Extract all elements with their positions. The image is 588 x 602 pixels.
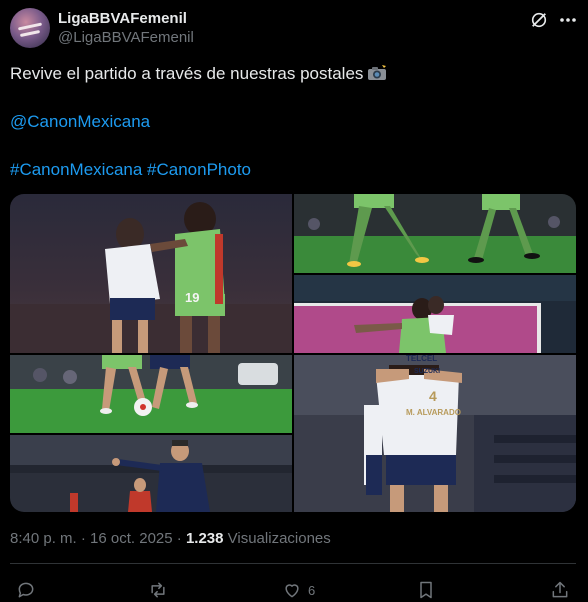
reply-button[interactable] bbox=[16, 580, 36, 600]
action-bar: 6 bbox=[0, 572, 588, 602]
like-count: 6 bbox=[308, 582, 316, 598]
divider bbox=[10, 563, 576, 564]
post-text-line: Revive el partido a través de nuestras p… bbox=[10, 64, 364, 83]
jersey-number-green: 19 bbox=[185, 290, 199, 305]
share-button[interactable] bbox=[550, 580, 570, 600]
avatar[interactable] bbox=[10, 8, 50, 48]
jersey-name: M. ALVARADO bbox=[406, 408, 461, 417]
photo-4[interactable] bbox=[10, 355, 292, 433]
heart-icon bbox=[285, 584, 299, 598]
author-name[interactable]: LigaBBVAFemenil bbox=[58, 10, 187, 27]
post-meta: 8:40 p. m. · 16 oct. 2025 · 1.238 Visual… bbox=[10, 530, 331, 547]
sponsor-telcel: TELCEL bbox=[406, 355, 437, 363]
hashtag-links[interactable]: #CanonMexicana #CanonPhoto bbox=[10, 159, 251, 181]
camera-flash-emoji bbox=[368, 65, 387, 80]
post-text: Revive el partido a través de nuestras p… bbox=[10, 63, 387, 85]
photo-5[interactable] bbox=[10, 435, 292, 512]
bookmark-button[interactable] bbox=[416, 580, 436, 600]
author-handle[interactable]: @LigaBBVAFemenil bbox=[58, 29, 194, 46]
mention-link[interactable]: @CanonMexicana bbox=[10, 111, 150, 133]
tweet-header: LigaBBVAFemenil @LigaBBVAFemenil bbox=[10, 8, 578, 48]
repost-button[interactable] bbox=[148, 580, 168, 600]
more-icon[interactable] bbox=[558, 10, 578, 30]
photo-1[interactable]: 19 bbox=[10, 194, 292, 353]
photo-2[interactable] bbox=[294, 194, 576, 273]
views-count: 1.238 bbox=[185, 530, 224, 547]
grok-icon[interactable] bbox=[530, 11, 548, 29]
photo-3[interactable] bbox=[294, 275, 576, 353]
bookmark-icon bbox=[420, 581, 432, 599]
sponsor-suzuki: SUZUKI bbox=[414, 368, 440, 375]
photo-grid: 19 TELCEL SUZUKI 4 M. ALVARADO bbox=[10, 194, 576, 512]
views-label: Visualizaciones bbox=[223, 530, 331, 547]
photo-6[interactable]: TELCEL SUZUKI 4 M. ALVARADO bbox=[294, 355, 576, 512]
repost-icon bbox=[151, 582, 165, 598]
like-button[interactable]: 6 bbox=[282, 580, 315, 600]
share-icon bbox=[552, 581, 568, 598]
jersey-number: 4 bbox=[429, 388, 437, 404]
post-timestamp[interactable]: 8:40 p. m. · 16 oct. 2025 · bbox=[10, 530, 186, 547]
reply-icon bbox=[18, 582, 34, 598]
